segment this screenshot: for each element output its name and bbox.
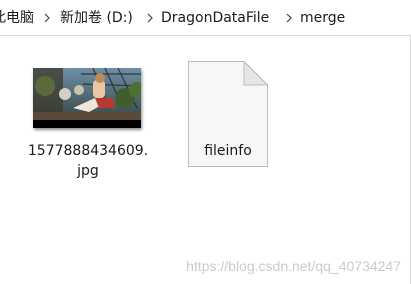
explorer-window: 此电脑 新加卷 (D:) DragonDataFile merge xyxy=(0,0,411,284)
chevron-right-icon[interactable] xyxy=(282,11,296,25)
breadcrumb-item-this-pc[interactable]: 此电脑 xyxy=(0,9,34,27)
file-name[interactable]: fileinfo xyxy=(178,141,278,161)
breadcrumb-item-merge[interactable]: merge xyxy=(300,9,345,27)
chevron-right-icon[interactable] xyxy=(143,11,157,25)
breadcrumb-item-dragondatafile[interactable]: DragonDataFile xyxy=(161,9,269,27)
image-thumbnail[interactable] xyxy=(33,68,141,128)
breadcrumb-item-drive-d[interactable]: 新加卷 (D:) xyxy=(60,9,133,27)
file-name[interactable]: 1577888434609.jpg xyxy=(26,141,150,181)
watermark-text: https://blog.csdn.net/qq_40734247 xyxy=(186,258,401,274)
address-bar[interactable]: 此电脑 新加卷 (D:) DragonDataFile merge xyxy=(0,0,411,36)
chevron-right-icon[interactable] xyxy=(40,11,54,25)
